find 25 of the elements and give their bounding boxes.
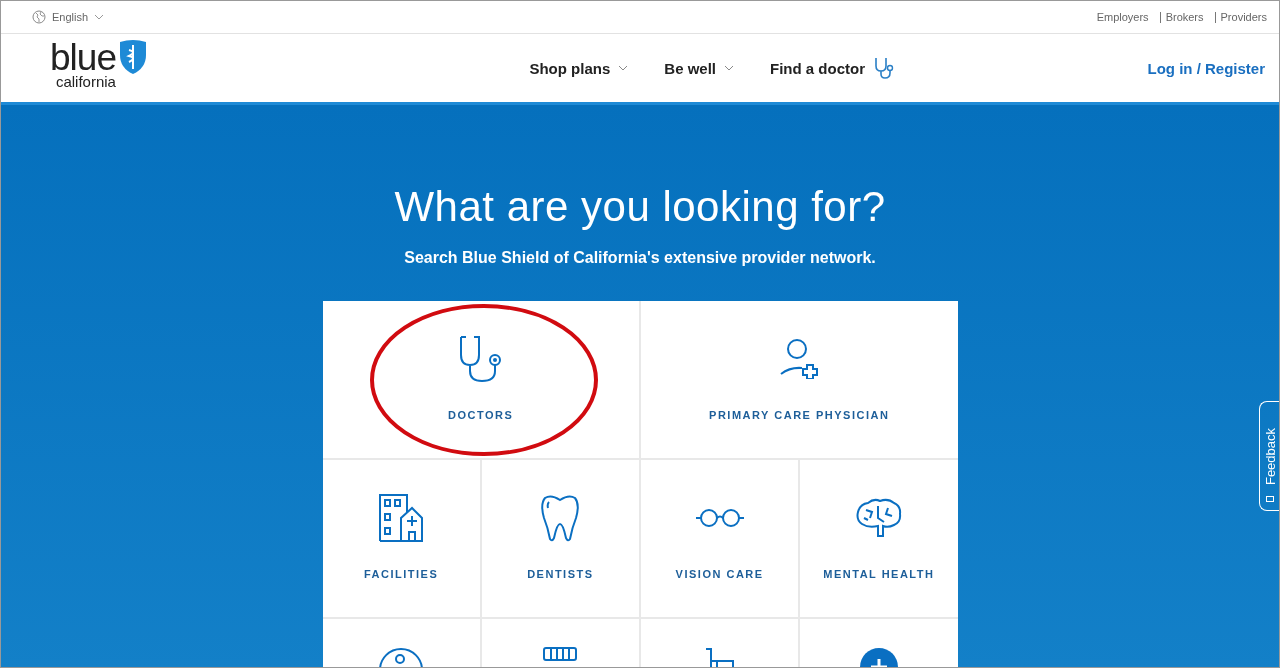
category-tile[interactable]: PRIMARY CARE PHYSICIAN [641, 301, 958, 458]
tile-label: VISION CARE [675, 568, 764, 580]
nav-link[interactable]: Be well [664, 56, 734, 80]
nav-link[interactable]: Find a doctor [770, 56, 895, 80]
category-tile[interactable]: DOCTORS [322, 301, 639, 458]
tile-label: MENTAL HEALTH [823, 568, 935, 580]
category-tile[interactable]: VISION CARE [641, 460, 799, 617]
tile-label: DENTISTS [527, 568, 594, 580]
category-tile[interactable]: FACILITIES [322, 460, 480, 617]
tile-label: FACILITIES [364, 568, 439, 580]
top-link[interactable]: Brokers [1165, 11, 1204, 23]
logo-subtitle[interactable]: california [55, 74, 116, 89]
language-selector[interactable]: English [32, 10, 105, 24]
top-link[interactable]: Employers [1096, 11, 1149, 23]
hero-title: What are you looking for? [394, 183, 886, 231]
feedback-tab[interactable]: Feedback [1259, 401, 1279, 511]
top-link[interactable]: Providers [1220, 11, 1267, 23]
logo-wordmark[interactable]: blue [50, 39, 116, 76]
hero-subtitle: Search Blue Shield of California's extensive provider network. [404, 249, 876, 267]
tile-label: DOCTORS [448, 409, 514, 421]
tile-label: PRIMARY CARE PHYSICIAN [709, 409, 890, 421]
login-link[interactable]: Log in / Register [1147, 59, 1265, 77]
nav-link[interactable]: Shop plans [529, 56, 629, 80]
category-tile[interactable]: DENTISTS [481, 460, 639, 617]
category-tile[interactable]: MENTAL HEALTH [800, 460, 958, 617]
